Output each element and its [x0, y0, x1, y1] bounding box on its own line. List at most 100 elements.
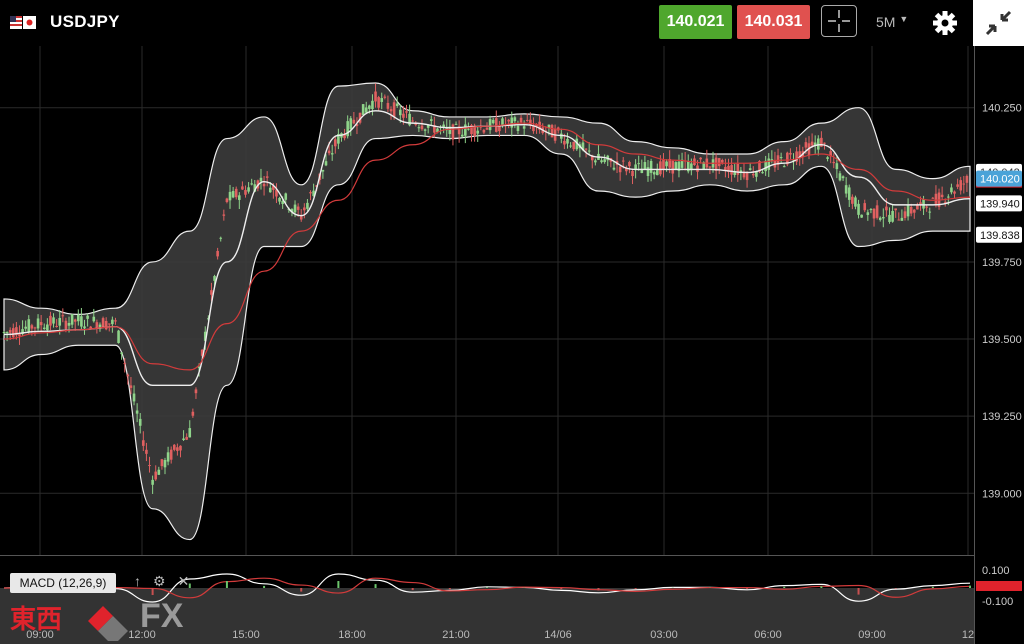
candle-body — [151, 479, 154, 485]
time-tick-label: 15:00 — [232, 629, 260, 641]
candle-body — [563, 140, 566, 145]
candle-body — [429, 119, 433, 121]
candle-body — [64, 320, 68, 329]
candle-body — [117, 330, 120, 344]
candle-body — [278, 198, 281, 202]
time-tick-label: 21:00 — [442, 629, 470, 641]
candle-body — [299, 216, 303, 220]
candle-body — [349, 118, 353, 130]
candle-body — [166, 452, 170, 462]
sell-price-button[interactable]: 140.021 — [659, 5, 732, 39]
instrument-symbol[interactable]: USDJPY — [50, 12, 120, 32]
candle-body — [176, 447, 179, 451]
candle-body — [529, 119, 532, 126]
timeframe-label: 5M — [876, 14, 896, 30]
price-tick-label: 139.000 — [982, 488, 1022, 500]
candle-body — [699, 157, 702, 160]
gear-icon[interactable] — [932, 10, 958, 36]
candle-body — [250, 183, 253, 185]
macd-histogram-bar — [857, 588, 860, 595]
candle-body — [878, 217, 882, 220]
candle-body — [953, 191, 956, 194]
candle-body — [135, 410, 139, 414]
candle-body — [779, 157, 783, 159]
candle-body — [352, 119, 356, 124]
macd-indicator-label[interactable]: MACD (12,26,9) — [10, 573, 116, 593]
candle-body — [182, 438, 185, 440]
candle-body — [374, 91, 377, 102]
candle-body — [77, 314, 80, 322]
candle-body — [405, 111, 408, 113]
close-icon[interactable]: ✕ — [178, 573, 190, 589]
candle-body — [244, 190, 247, 195]
diamond-logo-icon — [88, 606, 128, 641]
candle-body — [603, 159, 606, 163]
candle-body — [268, 187, 272, 193]
candle-body — [628, 161, 631, 167]
candle-body — [646, 167, 650, 176]
price-axis: 140.250 139.750 139.500 139.250 139.000 — [974, 46, 1022, 644]
candle-body — [584, 148, 588, 150]
exit-fullscreen-button[interactable] — [973, 0, 1024, 46]
gear-icon[interactable]: ⚙ — [153, 573, 166, 589]
candle-body — [587, 150, 591, 152]
candle-body — [179, 445, 182, 451]
candle-body — [330, 153, 334, 155]
candle-body — [238, 195, 241, 200]
candle-body — [659, 161, 662, 175]
price-chart[interactable]: 140.250 139.750 139.500 139.250 139.000 140.… — [0, 46, 1024, 644]
candle-body — [120, 352, 123, 355]
candle-body — [665, 161, 668, 167]
candle-body — [30, 325, 34, 329]
candle-body — [900, 217, 904, 221]
candle-body — [832, 161, 836, 164]
candle-body — [70, 314, 74, 325]
candle-body — [402, 113, 405, 118]
candle-body — [498, 126, 501, 132]
macd-histogram-bar — [560, 588, 563, 590]
candle-body — [191, 411, 195, 416]
macd-histogram-bar — [634, 588, 637, 589]
candle-body — [460, 134, 464, 137]
macd-histogram-bar — [486, 587, 488, 588]
candle-body — [906, 204, 910, 217]
candle-body — [389, 109, 393, 112]
time-tick-label: 14/06 — [544, 629, 572, 641]
candle-body — [736, 163, 740, 175]
candle-body — [92, 316, 96, 322]
toolbar: USDJPY 140.021 140.031 5M ▼ — [0, 0, 1024, 46]
candle-body — [885, 206, 888, 211]
candle-body — [782, 166, 786, 168]
candle-body — [863, 203, 867, 211]
candle-body — [11, 328, 15, 338]
candle-body — [185, 436, 188, 440]
move-up-icon[interactable]: ↑ — [134, 573, 141, 589]
candle-body — [510, 117, 514, 128]
candle-body — [940, 194, 944, 198]
candle-body — [516, 126, 520, 131]
candle-body — [872, 208, 876, 219]
candle-body — [912, 209, 916, 213]
candle-body — [600, 160, 603, 163]
crosshair-button[interactable] — [821, 5, 857, 37]
candle-body — [847, 187, 851, 200]
candle-body — [67, 322, 71, 326]
macd-histogram-bar — [746, 588, 749, 589]
macd-tick-label: -0.100 — [982, 596, 1013, 608]
candle-body — [826, 157, 829, 159]
buy-price-button[interactable]: 140.031 — [737, 5, 810, 39]
candle-body — [172, 444, 176, 450]
candle-body — [309, 192, 312, 194]
candle-body — [950, 187, 953, 193]
candle-body — [213, 276, 216, 281]
candle-body — [24, 326, 27, 329]
candle-body — [377, 97, 380, 108]
candle-body — [241, 186, 244, 190]
candle-body — [73, 319, 77, 322]
candle-body — [395, 103, 399, 106]
timeframe-selector[interactable]: 5M ▼ — [876, 14, 908, 30]
candle-body — [649, 160, 653, 173]
macd-histogram-bar — [411, 588, 414, 591]
macd-histogram-bar — [820, 586, 823, 588]
candle-body — [894, 208, 897, 211]
